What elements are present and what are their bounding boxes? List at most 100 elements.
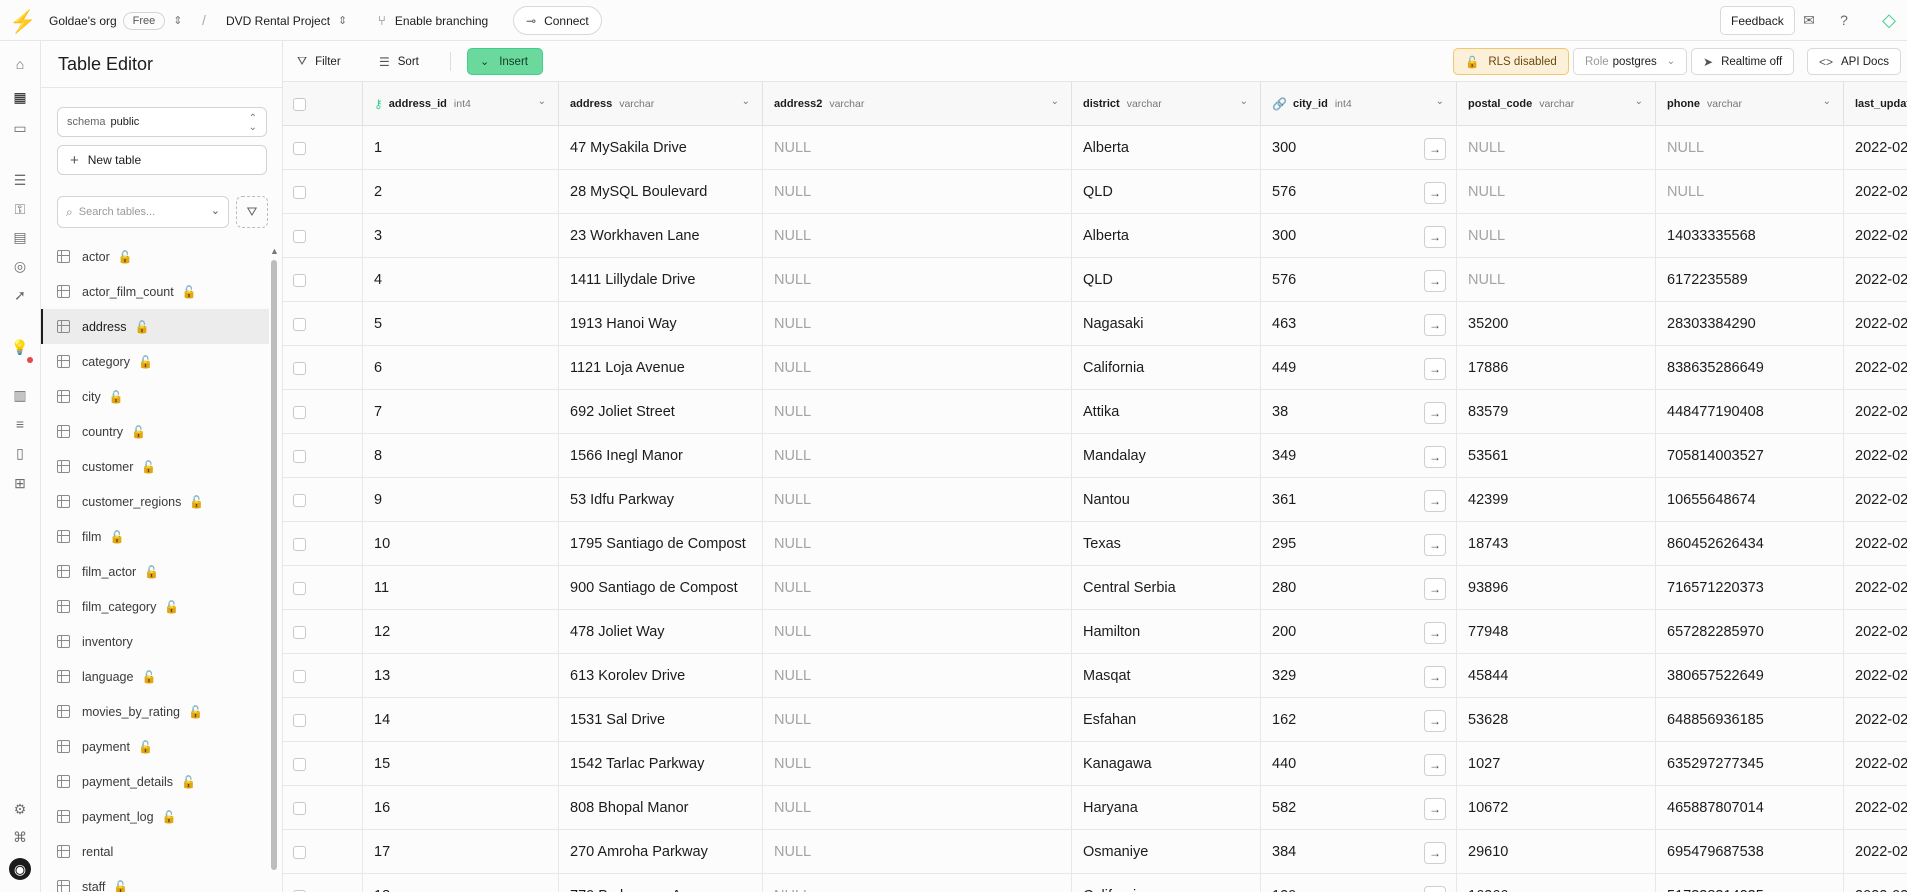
sidebar-item-film-actor[interactable]: film_actor 🔓 <box>41 554 269 589</box>
row-checkbox[interactable] <box>293 493 306 507</box>
cell-phone[interactable]: 448477190408 <box>1656 390 1844 434</box>
cell-city-id[interactable]: 384 → <box>1261 830 1457 874</box>
cell-address[interactable]: 692 Joliet Street <box>559 390 763 434</box>
column-header-last-update[interactable]: last_updatetim <box>1844 82 1907 126</box>
cell-district[interactable]: California <box>1072 874 1261 892</box>
cell-last-update[interactable]: 2022-02-15 <box>1844 786 1907 830</box>
cell-city-id[interactable]: 449 → <box>1261 346 1457 390</box>
feedback-button[interactable]: Feedback <box>1720 6 1795 35</box>
cell-district[interactable]: QLD <box>1072 258 1261 302</box>
cell-city-id[interactable]: 120 → <box>1261 874 1457 892</box>
cell-district[interactable]: Haryana <box>1072 786 1261 830</box>
table-row[interactable]: 1 47 MySakila Drive NULL Alberta 300 → NULL NUL… <box>283 126 1907 170</box>
cell-city-id[interactable]: 280 → <box>1261 566 1457 610</box>
table-row[interactable]: 11 900 Santiago de Compost NULL Central Ser… <box>283 566 1907 610</box>
cell-address[interactable]: 270 Amroha Parkway <box>559 830 763 874</box>
cell-address-id[interactable]: 13 <box>363 654 559 698</box>
cell-district[interactable]: QLD <box>1072 170 1261 214</box>
cell-phone[interactable]: 838635286649 <box>1656 346 1844 390</box>
row-checkbox[interactable] <box>293 405 306 419</box>
cell-address[interactable]: 1531 Sal Drive <box>559 698 763 742</box>
cell-address-id[interactable]: 14 <box>363 698 559 742</box>
sidebar-item-language[interactable]: language 🔓 <box>41 659 269 694</box>
project-selector[interactable]: DVD Rental Project ⇕ <box>226 0 347 41</box>
cell-city-id[interactable]: 440 → <box>1261 742 1457 786</box>
arrow-right-icon[interactable]: → <box>1424 886 1446 892</box>
cell-city-id[interactable]: 329 → <box>1261 654 1457 698</box>
cell-last-update[interactable]: 2022-02-15 <box>1844 302 1907 346</box>
cell-phone[interactable]: 14033335568 <box>1656 214 1844 258</box>
cell-address[interactable]: 478 Joliet Way <box>559 610 763 654</box>
chevron-down-icon[interactable]: ⌄ <box>1823 96 1831 107</box>
cell-address2[interactable]: NULL <box>763 698 1072 742</box>
cell-address-id[interactable]: 2 <box>363 170 559 214</box>
arrow-right-icon[interactable]: → <box>1424 446 1446 468</box>
chevron-down-icon[interactable]: ⌄ <box>742 96 750 107</box>
auth-icon[interactable]: ⚿ <box>9 198 31 220</box>
cell-postal-code[interactable]: 10672 <box>1457 786 1656 830</box>
edge-functions-icon[interactable]: ◎ <box>9 255 31 277</box>
cell-city-id[interactable]: 38 → <box>1261 390 1457 434</box>
arrow-right-icon[interactable]: → <box>1424 402 1446 424</box>
cell-address-id[interactable]: 15 <box>363 742 559 786</box>
sidebar-item-rental[interactable]: rental <box>41 834 269 869</box>
sidebar-item-payment[interactable]: payment 🔓 <box>41 729 269 764</box>
cell-address[interactable]: 1566 Inegl Manor <box>559 434 763 478</box>
arrow-right-icon[interactable]: → <box>1424 182 1446 204</box>
enable-branching-button[interactable]: ⑂ Enable branching <box>378 6 488 35</box>
sidebar-item-customer-regions[interactable]: customer_regions 🔓 <box>41 484 269 519</box>
table-row[interactable]: 7 692 Joliet Street NULL Attika 38 → 83579 4484… <box>283 390 1907 434</box>
table-row[interactable]: 2 28 MySQL Boulevard NULL QLD 576 → NULL NULL 20… <box>283 170 1907 214</box>
chevron-down-icon[interactable]: ⌄ <box>1051 96 1059 107</box>
cell-address2[interactable]: NULL <box>763 522 1072 566</box>
cell-phone[interactable]: 517338314235 <box>1656 874 1844 892</box>
column-header-phone[interactable]: phone varchar ⌄ <box>1656 82 1844 126</box>
cell-phone[interactable]: 860452626434 <box>1656 522 1844 566</box>
cell-address2[interactable]: NULL <box>763 170 1072 214</box>
org-selector[interactable]: Goldae's org Free ⇕ <box>49 0 183 41</box>
sidebar-item-payment-log[interactable]: payment_log 🔓 <box>41 799 269 834</box>
cell-postal-code[interactable]: 17886 <box>1457 346 1656 390</box>
table-row[interactable]: 15 1542 Tarlac Parkway NULL Kanagawa 440 → 102… <box>283 742 1907 786</box>
cell-phone[interactable]: NULL <box>1656 126 1844 170</box>
cell-postal-code[interactable]: 83579 <box>1457 390 1656 434</box>
cell-postal-code[interactable]: NULL <box>1457 126 1656 170</box>
chevron-down-icon[interactable]: ⌄ <box>1240 96 1248 107</box>
cell-district[interactable]: Kanagawa <box>1072 742 1261 786</box>
table-row[interactable]: 13 613 Korolev Drive NULL Masqat 329 → 45844 38… <box>283 654 1907 698</box>
cell-address2[interactable]: NULL <box>763 654 1072 698</box>
advisors-icon[interactable]: 💡 <box>9 336 31 358</box>
sidebar-item-inventory[interactable]: inventory <box>41 624 269 659</box>
cell-address2[interactable]: NULL <box>763 434 1072 478</box>
cell-address[interactable]: 23 Workhaven Lane <box>559 214 763 258</box>
table-row[interactable]: 16 808 Bhopal Manor NULL Haryana 582 → 10672 46… <box>283 786 1907 830</box>
arrow-right-icon[interactable]: → <box>1424 842 1446 864</box>
cell-district[interactable]: Nagasaki <box>1072 302 1261 346</box>
row-checkbox[interactable] <box>293 581 306 595</box>
logs-icon[interactable]: ≡ <box>9 413 31 435</box>
cell-postal-code[interactable]: NULL <box>1457 214 1656 258</box>
role-selector[interactable]: Role postgres ⌄ <box>1573 48 1688 75</box>
cell-city-id[interactable]: 582 → <box>1261 786 1457 830</box>
row-checkbox[interactable] <box>293 669 306 683</box>
cell-district[interactable]: Attika <box>1072 390 1261 434</box>
cell-address-id[interactable]: 10 <box>363 522 559 566</box>
cell-address-id[interactable]: 16 <box>363 786 559 830</box>
table-row[interactable]: 3 23 Workhaven Lane NULL Alberta 300 → NULL 140… <box>283 214 1907 258</box>
sql-editor-icon[interactable]: ▭ <box>9 117 31 139</box>
cell-address[interactable]: 1795 Santiago de Compost <box>559 522 763 566</box>
arrow-right-icon[interactable]: → <box>1424 578 1446 600</box>
cell-address[interactable]: 1411 Lillydale Drive <box>559 258 763 302</box>
row-checkbox[interactable] <box>293 713 306 727</box>
home-icon[interactable]: ⌂ <box>9 53 31 75</box>
reports-icon[interactable]: ▥ <box>9 384 31 406</box>
cell-phone[interactable]: 10655648674 <box>1656 478 1844 522</box>
cell-district[interactable]: Esfahan <box>1072 698 1261 742</box>
settings-icon[interactable]: ⚙ <box>9 798 31 820</box>
cell-address2[interactable]: NULL <box>763 214 1072 258</box>
cell-address-id[interactable]: 4 <box>363 258 559 302</box>
table-row[interactable]: 17 270 Amroha Parkway NULL Osmaniye 384 → 2961… <box>283 830 1907 874</box>
cell-city-id[interactable]: 463 → <box>1261 302 1457 346</box>
rls-disabled-button[interactable]: 🔓 RLS disabled <box>1453 48 1569 75</box>
cell-address-id[interactable]: 5 <box>363 302 559 346</box>
